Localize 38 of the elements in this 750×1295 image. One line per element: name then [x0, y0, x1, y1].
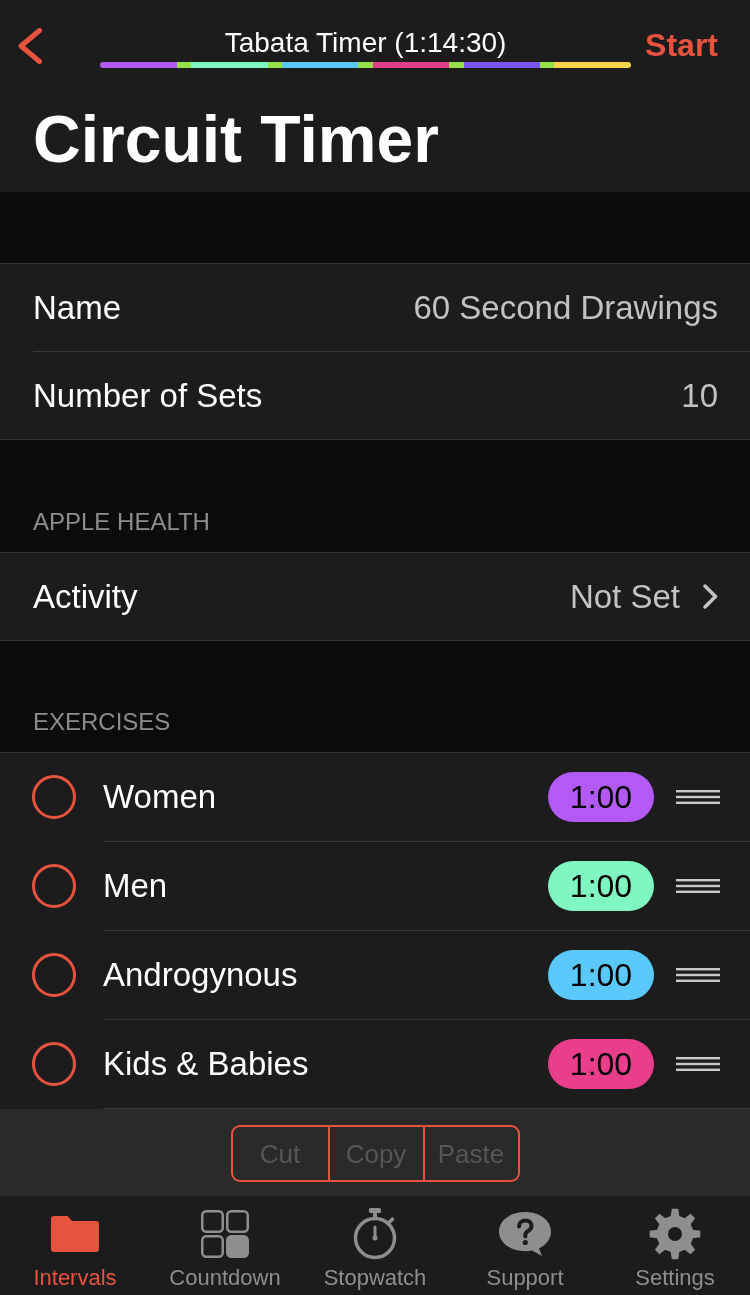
nav-title: Tabata Timer (1:14:30): [224, 26, 507, 60]
tab-bar-item[interactable]: Countdown: [150, 1196, 300, 1295]
section-header: APPLE HEALTH: [33, 508, 210, 536]
selection-circle[interactable]: [32, 775, 76, 819]
stopwatch-icon[interactable]: [353, 1208, 397, 1260]
tab-bar-item[interactable]: Support: [450, 1196, 600, 1295]
exercise-name: Women: [103, 778, 218, 816]
selection-circle[interactable]: [32, 953, 76, 997]
folder-icon[interactable]: [51, 1216, 99, 1252]
duration-pill: 1:00: [548, 861, 654, 911]
row-label: Name: [33, 288, 123, 327]
selection-circle[interactable]: [32, 864, 76, 908]
row-value: 60 Second Drawings: [413, 288, 718, 327]
drag-handle-icon[interactable]: [676, 790, 720, 804]
row-value: Not Set: [569, 577, 680, 616]
start-button[interactable]: Start: [645, 26, 718, 64]
tab-bar-item[interactable]: Intervals: [0, 1196, 150, 1295]
drag-handle-icon[interactable]: [676, 1057, 720, 1071]
page-title: Circuit Timer: [33, 101, 439, 177]
question-bubble-icon[interactable]: [498, 1210, 552, 1258]
exercise-name: Androgynous: [103, 956, 299, 994]
row-value: 10: [681, 376, 718, 415]
duration-pill: 1:00: [548, 772, 654, 822]
tab-bar-item[interactable]: Stopwatch: [300, 1196, 450, 1295]
duration-pill: 1:00: [548, 950, 654, 1000]
section-header: EXERCISES: [33, 708, 171, 736]
row-label: Number of Sets: [33, 376, 264, 415]
exercise-name: Kids & Babies: [103, 1045, 310, 1083]
tab-bar-item[interactable]: Settings: [600, 1196, 750, 1295]
selection-circle[interactable]: [32, 1042, 76, 1086]
grid-icon[interactable]: [201, 1210, 249, 1258]
gear-icon[interactable]: [649, 1208, 701, 1260]
row-label: Activity: [33, 577, 139, 616]
duration-pill: 1:00: [548, 1039, 654, 1089]
drag-handle-icon[interactable]: [676, 879, 720, 893]
exercise-name: Men: [103, 867, 169, 905]
back-chevron-icon[interactable]: [18, 28, 42, 64]
drag-handle-icon[interactable]: [676, 968, 720, 982]
